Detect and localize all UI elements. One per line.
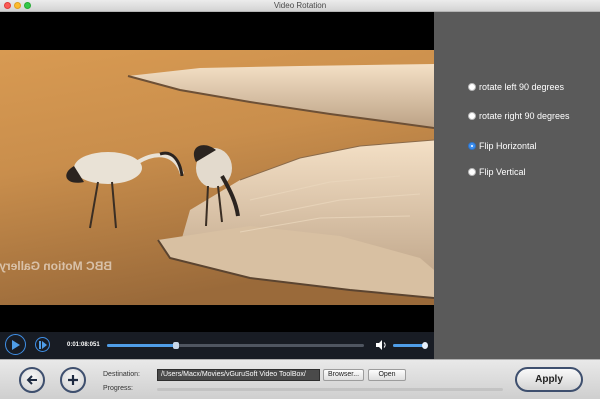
video-viewport: BBC Motion Gallery: [0, 12, 434, 332]
back-button[interactable]: [19, 367, 45, 393]
watermark: BBC Motion Gallery: [0, 259, 112, 273]
seek-thumb[interactable]: [173, 342, 180, 349]
window-title: Video Rotation: [273, 1, 327, 10]
progress-label: Progress:: [103, 385, 133, 392]
option-flip-horizontal[interactable]: Flip Horizontal: [468, 141, 537, 151]
volume-thumb[interactable]: [422, 342, 429, 349]
volume-fill: [393, 344, 426, 347]
option-flip-vertical-label: Flip Vertical: [479, 167, 526, 177]
title-bar: Video Rotation: [0, 0, 600, 12]
rotation-options-panel: rotate left 90 degrees rotate right 90 d…: [434, 12, 600, 359]
destination-label: Destination:: [103, 371, 140, 378]
plus-icon: [68, 375, 78, 385]
volume-icon[interactable]: [375, 339, 387, 351]
play-icon: [12, 339, 20, 350]
seek-fill: [107, 344, 177, 347]
open-button[interactable]: Open: [368, 369, 406, 381]
option-rotate-left-label: rotate left 90 degrees: [479, 82, 565, 92]
bottom-toolbar: Destination: /Users/Macx/Movies/vGuruSof…: [0, 359, 600, 399]
destination-field[interactable]: /Users/Macx/Movies/vGuruSoft Video ToolB…: [157, 369, 320, 381]
add-file-button[interactable]: [60, 367, 86, 393]
video-frame: BBC Motion Gallery: [0, 50, 434, 305]
option-rotate-right[interactable]: rotate right 90 degrees: [468, 111, 570, 121]
option-flip-vertical[interactable]: Flip Vertical: [468, 167, 526, 177]
step-forward-icon: [38, 340, 47, 349]
option-flip-horizontal-label: Flip Horizontal: [479, 141, 537, 151]
volume-slider[interactable]: [393, 342, 429, 349]
arrow-left-icon: [26, 375, 37, 385]
browse-button[interactable]: Browser...: [323, 369, 364, 381]
progress-bar: [157, 388, 503, 391]
radio-rotate-left[interactable]: [468, 83, 476, 91]
apply-button[interactable]: Apply: [515, 367, 583, 392]
option-rotate-left[interactable]: rotate left 90 degrees: [468, 82, 564, 92]
seek-slider[interactable]: [107, 342, 364, 349]
radio-flip-vertical[interactable]: [468, 168, 476, 176]
radio-flip-horizontal[interactable]: [468, 142, 476, 150]
play-button[interactable]: [5, 334, 26, 355]
option-rotate-right-label: rotate right 90 degrees: [479, 111, 570, 121]
radio-rotate-right[interactable]: [468, 112, 476, 120]
time-readout: 0:01:08:051: [67, 342, 100, 348]
next-frame-button[interactable]: [35, 337, 50, 352]
player-controls: 0:01:08:051: [0, 332, 434, 359]
